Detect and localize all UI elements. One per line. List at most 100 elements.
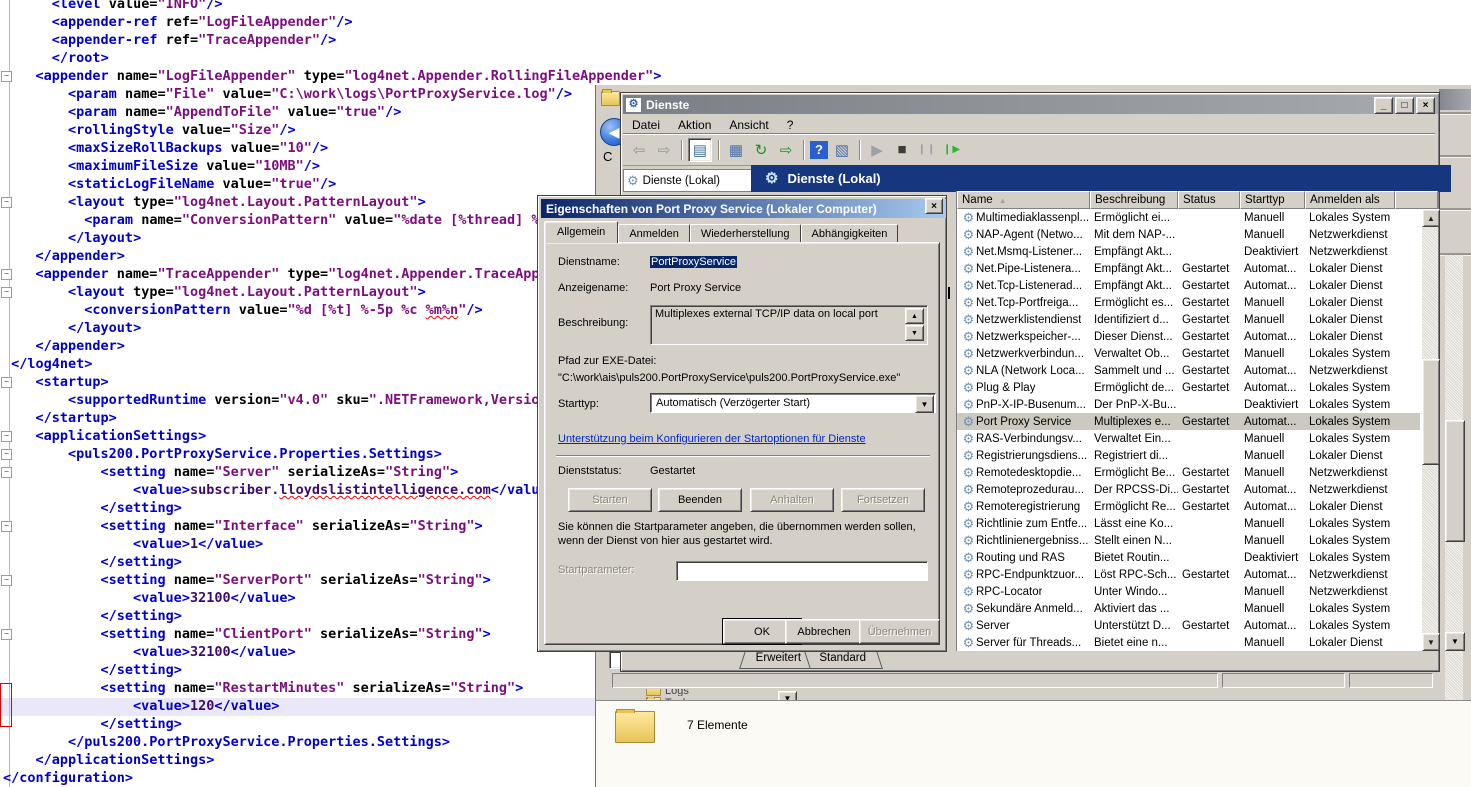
service-starttype-cell: Deaktiviert: [1240, 399, 1305, 411]
column-header-anmelden-als[interactable]: Anmelden als: [1305, 191, 1395, 209]
explorer-scrollbar-thumb[interactable]: [1445, 420, 1465, 542]
service-row[interactable]: ⚙Richtlinie zum Entfe...Lässt eine Ko...…: [957, 515, 1420, 532]
startoptions-help-link[interactable]: Unterstützung beim Konfigurieren der Sta…: [558, 433, 866, 445]
scrollbar-thumb[interactable]: [1422, 359, 1440, 465]
service-row[interactable]: ⚙Net.Pipe-Listenera...Empfängt Akt...Ges…: [957, 260, 1420, 277]
gears-icon: ⚙: [961, 466, 976, 479]
beenden-button[interactable]: Beenden: [658, 488, 742, 512]
pane-splitter[interactable]: [948, 287, 950, 299]
maximize-button[interactable]: □: [1395, 97, 1414, 114]
show-tree-button[interactable]: ▤: [688, 138, 712, 162]
service-row[interactable]: ⚙PnP-X-IP-Busenum...Der PnP-X-Bu...Deakt…: [957, 396, 1420, 413]
back-button[interactable]: ⇦: [628, 139, 650, 161]
dienstname-value[interactable]: PortProxyService: [650, 256, 737, 268]
pause-button[interactable]: ❙❙: [916, 139, 938, 161]
anzeigename-value[interactable]: Port Proxy Service: [650, 282, 741, 294]
minimize-button[interactable]: _: [1374, 97, 1393, 114]
starten-button[interactable]: Starten: [568, 488, 652, 512]
service-row[interactable]: ⚙Registrierungsdiens...Registriert di...…: [957, 447, 1420, 464]
beschreibung-field[interactable]: Multiplexes external TCP/IP data on loca…: [650, 305, 928, 345]
ubernehmen-button[interactable]: Übernehmen: [859, 619, 940, 644]
dialog-tab-allgemein[interactable]: Allgemein: [544, 221, 618, 243]
view-tabs: ErweitertStandard: [742, 651, 874, 669]
dialog-titlebar[interactable]: Eigenschaften von Port Proxy Service (Lo…: [541, 199, 946, 218]
refresh-button[interactable]: ↻: [750, 139, 772, 161]
service-row[interactable]: ⚙Net.Msmq-Listener...Empfängt Akt...Deak…: [957, 243, 1420, 260]
startparameter-input[interactable]: [676, 561, 928, 581]
scroll-up-icon[interactable]: ▲: [1422, 209, 1440, 227]
scroll-down-icon[interactable]: ▼: [905, 325, 924, 341]
service-row[interactable]: ⚙Plug & PlayErmöglicht de...GestartetAut…: [957, 379, 1420, 396]
service-starttype-cell: Manuell: [1240, 348, 1305, 360]
table-scrollbar[interactable]: ▲ ▼: [1422, 209, 1438, 651]
service-row[interactable]: ⚙Net.Tcp-Portfreiga...Ermöglicht es...Ge…: [957, 294, 1420, 311]
column-header-starttyp[interactable]: Starttyp: [1240, 191, 1305, 209]
properties-button[interactable]: ▦: [725, 139, 747, 161]
dialog-tab-abhangigkeiten[interactable]: Abhängigkeiten: [801, 224, 899, 243]
column-header-name[interactable]: Name▲: [957, 191, 1090, 209]
service-starttype-cell: Manuell: [1240, 433, 1305, 445]
service-row[interactable]: ⚙RPC-Endpunktzuor...Löst RPC-Sch...Gesta…: [957, 566, 1420, 583]
service-row[interactable]: ⚙Richtlinienergebniss...Stellt einen N..…: [957, 532, 1420, 549]
service-row[interactable]: ⚙Netzwerkspeicher-...Dieser Dienst...Ges…: [957, 328, 1420, 345]
services-titlebar[interactable]: ⚙ Dienste _ □ ×: [623, 95, 1438, 114]
action-pane-button[interactable]: ▧: [831, 139, 853, 161]
scroll-down-icon[interactable]: ▼: [1422, 633, 1440, 651]
scroll-up-icon[interactable]: ▲: [905, 308, 924, 324]
service-row[interactable]: ⚙NLA (Network Loca...Sammelt und ...Gest…: [957, 362, 1420, 379]
restart-button[interactable]: ❙▶: [941, 139, 963, 161]
service-row[interactable]: ⚙Server für Threads...Bietet eine n...Ma…: [957, 634, 1420, 651]
scroll-down-icon[interactable]: ▼: [1445, 632, 1465, 651]
service-row-selected[interactable]: ⚙Port Proxy ServiceMultiplexes e...Gesta…: [957, 413, 1420, 430]
service-status-cell: Gestartet: [1178, 297, 1240, 309]
service-row[interactable]: ⚙RemoteregistrierungErmöglicht Re...Gest…: [957, 498, 1420, 515]
menu-item-?[interactable]: ?: [778, 116, 803, 134]
menu-item-aktion[interactable]: Aktion: [669, 116, 720, 134]
dialog-tab-anmelden[interactable]: Anmelden: [618, 224, 690, 243]
service-name-cell: ⚙Port Proxy Service: [957, 415, 1090, 428]
service-row[interactable]: ⚙NetzwerklistendienstIdentifiziert d...G…: [957, 311, 1420, 328]
menu-item-datei[interactable]: Datei: [623, 116, 669, 134]
view-tab-standard[interactable]: Standard: [804, 651, 883, 669]
export-list-button[interactable]: ⇨: [775, 139, 797, 161]
service-row[interactable]: ⚙Sekundäre Anmeld...Aktiviert das ...Man…: [957, 600, 1420, 617]
toolbar-separator: [859, 140, 860, 160]
service-starttype-cell: Automat...: [1240, 331, 1305, 343]
forward-button[interactable]: ⇨: [653, 139, 675, 161]
service-starttype-cell: Manuell: [1240, 467, 1305, 479]
allgemein-tab-page: Dienstname: PortProxyService Anzeigename…: [544, 242, 940, 645]
service-row[interactable]: ⚙Netzwerkverbindun...Verwaltet Ob...Gest…: [957, 345, 1420, 362]
service-starttype-cell: Manuell: [1240, 586, 1305, 598]
gears-icon: ⚙: [961, 347, 976, 360]
service-logonas-cell: Netzwerkdienst: [1305, 586, 1395, 598]
start-button[interactable]: ▶: [866, 139, 888, 161]
starttyp-select[interactable]: Automatisch (Verzögerter Start) ▼: [650, 393, 936, 413]
help-button[interactable]: ?: [810, 141, 828, 159]
abbrechen-button[interactable]: Abbrechen: [785, 619, 863, 644]
console-tree-item-dienste-lokal[interactable]: ⚙ Dienste (Lokal): [623, 169, 753, 192]
service-row[interactable]: ⚙Remoteprozedurau...Der RPCSS-Di...Gesta…: [957, 481, 1420, 498]
service-row[interactable]: ⚙Routing und RASBietet Routin...Deaktivi…: [957, 549, 1420, 566]
service-row[interactable]: ⚙Net.Tcp-Listenerad...Empfängt Akt...Ges…: [957, 277, 1420, 294]
stop-button[interactable]: ■: [891, 139, 913, 161]
fortsetzen-button[interactable]: Fortsetzen: [841, 488, 925, 512]
service-row[interactable]: ⚙RPC-LocatorUnter Windo...ManuellNetzwer…: [957, 583, 1420, 600]
toolbar-separator: [681, 140, 682, 160]
chevron-down-icon[interactable]: ▼: [915, 395, 934, 413]
service-name-cell: ⚙Registrierungsdiens...: [957, 449, 1090, 462]
anhalten-button[interactable]: Anhalten: [750, 488, 834, 512]
gears-icon: ⚙: [961, 364, 976, 377]
service-logonas-cell: Lokales System: [1305, 620, 1395, 632]
service-row[interactable]: ⚙ServerUnterstützt D...GestartetAutomat.…: [957, 617, 1420, 634]
service-row[interactable]: ⚙NAP-Agent (Netwo...Mit dem NAP-...Manue…: [957, 226, 1420, 243]
menu-item-ansicht[interactable]: Ansicht: [720, 116, 777, 134]
gears-icon: ⚙: [961, 228, 976, 241]
column-header-status[interactable]: Status: [1178, 191, 1240, 209]
dialog-tab-wiederherstellung[interactable]: Wiederherstellung: [690, 224, 801, 243]
service-row[interactable]: ⚙Multimediaklassenpl...Ermöglicht ei...M…: [957, 209, 1420, 226]
close-button[interactable]: ×: [1416, 97, 1435, 114]
service-row[interactable]: ⚙RAS-Verbindungsv...Verwaltet Ein...Manu…: [957, 430, 1420, 447]
service-row[interactable]: ⚙Remotedesktopdie...Ermöglicht Be...Gest…: [957, 464, 1420, 481]
close-icon[interactable]: ×: [925, 198, 943, 214]
column-header-beschreibung[interactable]: Beschreibung: [1090, 191, 1178, 209]
